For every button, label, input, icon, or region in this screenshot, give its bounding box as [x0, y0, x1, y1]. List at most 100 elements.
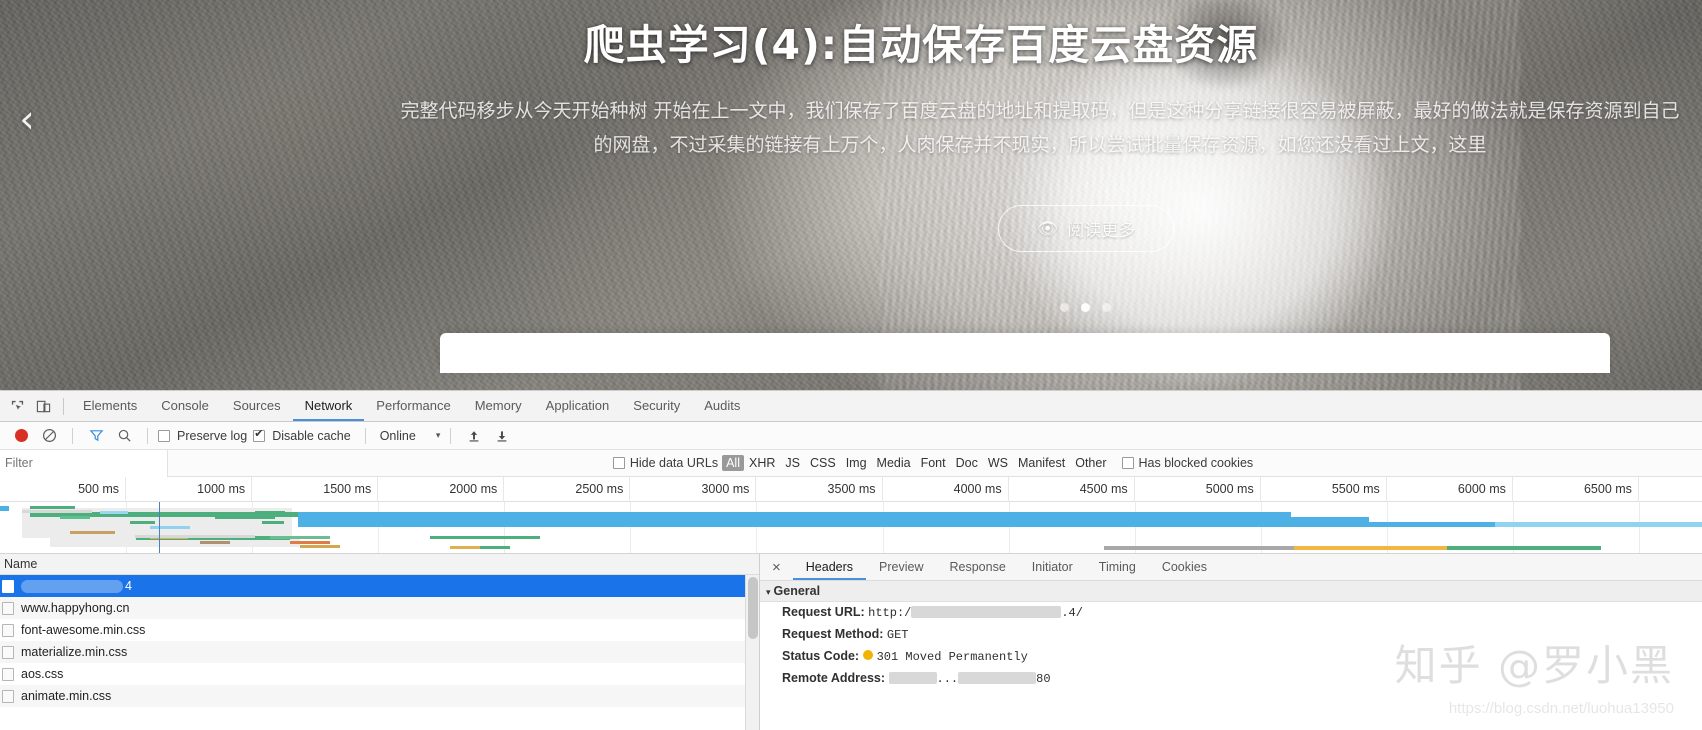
general-section-title: General [774, 584, 821, 598]
detail-tab-response[interactable]: Response [936, 554, 1018, 580]
timeline-tick-2500: 2500 ms [504, 477, 630, 502]
requests-scrollbar[interactable] [745, 575, 759, 730]
dom-content-loaded-marker [159, 502, 160, 553]
network-overview-chart[interactable] [0, 502, 1702, 554]
timeline-tick-4500: 4500 ms [1009, 477, 1135, 502]
file-icon [2, 690, 14, 703]
detail-tab-preview[interactable]: Preview [866, 554, 936, 580]
redacted-url-block [911, 606, 1061, 618]
timeline-tick-5500: 5500 ms [1261, 477, 1387, 502]
preserve-log-label[interactable]: Preserve log [177, 429, 247, 443]
close-icon[interactable]: × [768, 559, 793, 576]
overview-bar-late-stalled [1104, 546, 1293, 550]
request-url-value-suffix: .4/ [1061, 606, 1083, 620]
search-icon[interactable] [111, 423, 137, 449]
timeline-tick-500: 500 ms [0, 477, 126, 502]
overview-micro-bar-7 [255, 511, 285, 514]
preserve-log-checkbox[interactable] [158, 430, 170, 442]
detail-tab-initiator[interactable]: Initiator [1019, 554, 1086, 580]
page-content-card [440, 333, 1610, 373]
filter-type-css[interactable]: CSS [805, 456, 841, 470]
request-row[interactable]: www.happyhong.cn [0, 597, 759, 619]
request-row[interactable]: aos.css [0, 663, 759, 685]
filter-type-other[interactable]: Other [1070, 456, 1111, 470]
request-row[interactable]: font-awesome.min.css [0, 619, 759, 641]
read-more-button[interactable]: 👁 阅读更多 [998, 205, 1174, 252]
tab-security[interactable]: Security [621, 391, 692, 421]
request-row[interactable]: materialize.min.css [0, 641, 759, 663]
toggle-device-toolbar-icon[interactable] [30, 393, 56, 419]
toolbar-divider-1 [72, 428, 73, 444]
overview-bar-late-waiting [1294, 546, 1448, 550]
filter-type-all[interactable]: All [722, 455, 744, 471]
tab-elements[interactable]: Elements [71, 391, 149, 421]
filter-type-font[interactable]: Font [916, 456, 951, 470]
timeline-tick-1000: 1000 ms [126, 477, 252, 502]
request-name: materialize.min.css [21, 641, 127, 663]
general-section-header[interactable]: ▾General [760, 581, 1702, 602]
timeline-tick-5000: 5000 ms [1135, 477, 1261, 502]
hide-data-urls-checkbox[interactable] [613, 457, 625, 469]
timeline-tick-4000: 4000 ms [883, 477, 1009, 502]
tab-console[interactable]: Console [149, 391, 221, 421]
disable-cache-checkbox[interactable] [253, 430, 265, 442]
export-har-icon[interactable] [489, 423, 515, 449]
chevron-down-icon[interactable]: ▾ [436, 430, 441, 441]
remote-address-key: Remote Address: [782, 671, 885, 685]
filter-type-media[interactable]: Media [872, 456, 916, 470]
carousel-prev-arrow-icon[interactable]: ‹ [10, 96, 44, 142]
filter-type-xhr[interactable]: XHR [744, 456, 780, 470]
header-row-status-code: Status Code: 301 Moved Permanently [760, 646, 1702, 668]
has-blocked-cookies-label[interactable]: Has blocked cookies [1139, 456, 1254, 470]
tab-memory[interactable]: Memory [463, 391, 534, 421]
throttling-select-value[interactable]: Online [380, 429, 416, 443]
tab-sources[interactable]: Sources [221, 391, 293, 421]
filter-type-doc[interactable]: Doc [951, 456, 983, 470]
filter-type-ws[interactable]: WS [983, 456, 1013, 470]
detail-tab-headers[interactable]: Headers [793, 554, 866, 580]
timeline-tick-2000: 2000 ms [378, 477, 504, 502]
overview-gridline [756, 502, 757, 553]
tab-network[interactable]: Network [293, 391, 365, 421]
overview-micro-bar-13 [290, 541, 330, 544]
record-icon[interactable] [8, 423, 34, 449]
carousel-dot-2[interactable] [1081, 303, 1090, 312]
requests-list-pane: Name 4www.happyhong.cnfont-awesome.min.c… [0, 554, 760, 730]
requests-scrollbar-thumb[interactable] [748, 577, 758, 639]
overview-micro-bar-19 [135, 535, 255, 538]
file-icon [2, 580, 14, 593]
request-name: www.happyhong.cn [21, 597, 129, 619]
detail-tab-timing[interactable]: Timing [1086, 554, 1149, 580]
tab-application[interactable]: Application [534, 391, 622, 421]
devtools-panel: Elements Console Sources Network Perform… [0, 390, 1702, 730]
status-code-key: Status Code: [782, 649, 859, 663]
overview-bar-tail-download [1495, 522, 1702, 527]
timeline-tick-3500: 3500 ms [756, 477, 882, 502]
clear-icon[interactable] [36, 423, 62, 449]
carousel-dots [1060, 303, 1111, 312]
filter-type-manifest[interactable]: Manifest [1013, 456, 1070, 470]
read-more-label: 阅读更多 [1067, 216, 1135, 241]
overview-gridline [378, 502, 379, 553]
detail-tab-cookies[interactable]: Cookies [1149, 554, 1220, 580]
filter-type-img[interactable]: Img [841, 456, 872, 470]
toolbar-divider-3 [365, 428, 366, 444]
disable-cache-label[interactable]: Disable cache [272, 429, 351, 443]
requests-column-header-name[interactable]: Name [0, 554, 759, 575]
has-blocked-cookies-checkbox[interactable] [1122, 457, 1134, 469]
import-har-icon[interactable] [461, 423, 487, 449]
inspect-element-icon[interactable] [4, 393, 30, 419]
filter-input[interactable] [0, 450, 168, 477]
request-name: aos.css [21, 663, 63, 685]
header-row-remote-address: Remote Address: ...80 [760, 668, 1702, 690]
request-row[interactable]: animate.min.css [0, 685, 759, 707]
tab-audits[interactable]: Audits [692, 391, 752, 421]
overview-micro-bar-18 [22, 510, 92, 513]
hide-data-urls-label[interactable]: Hide data URLs [630, 456, 718, 470]
tab-performance[interactable]: Performance [364, 391, 462, 421]
filter-icon[interactable] [83, 423, 109, 449]
filter-type-js[interactable]: JS [780, 456, 805, 470]
carousel-dot-3[interactable] [1102, 303, 1111, 312]
carousel-dot-1[interactable] [1060, 303, 1069, 312]
request-row[interactable]: 4 [0, 575, 759, 597]
